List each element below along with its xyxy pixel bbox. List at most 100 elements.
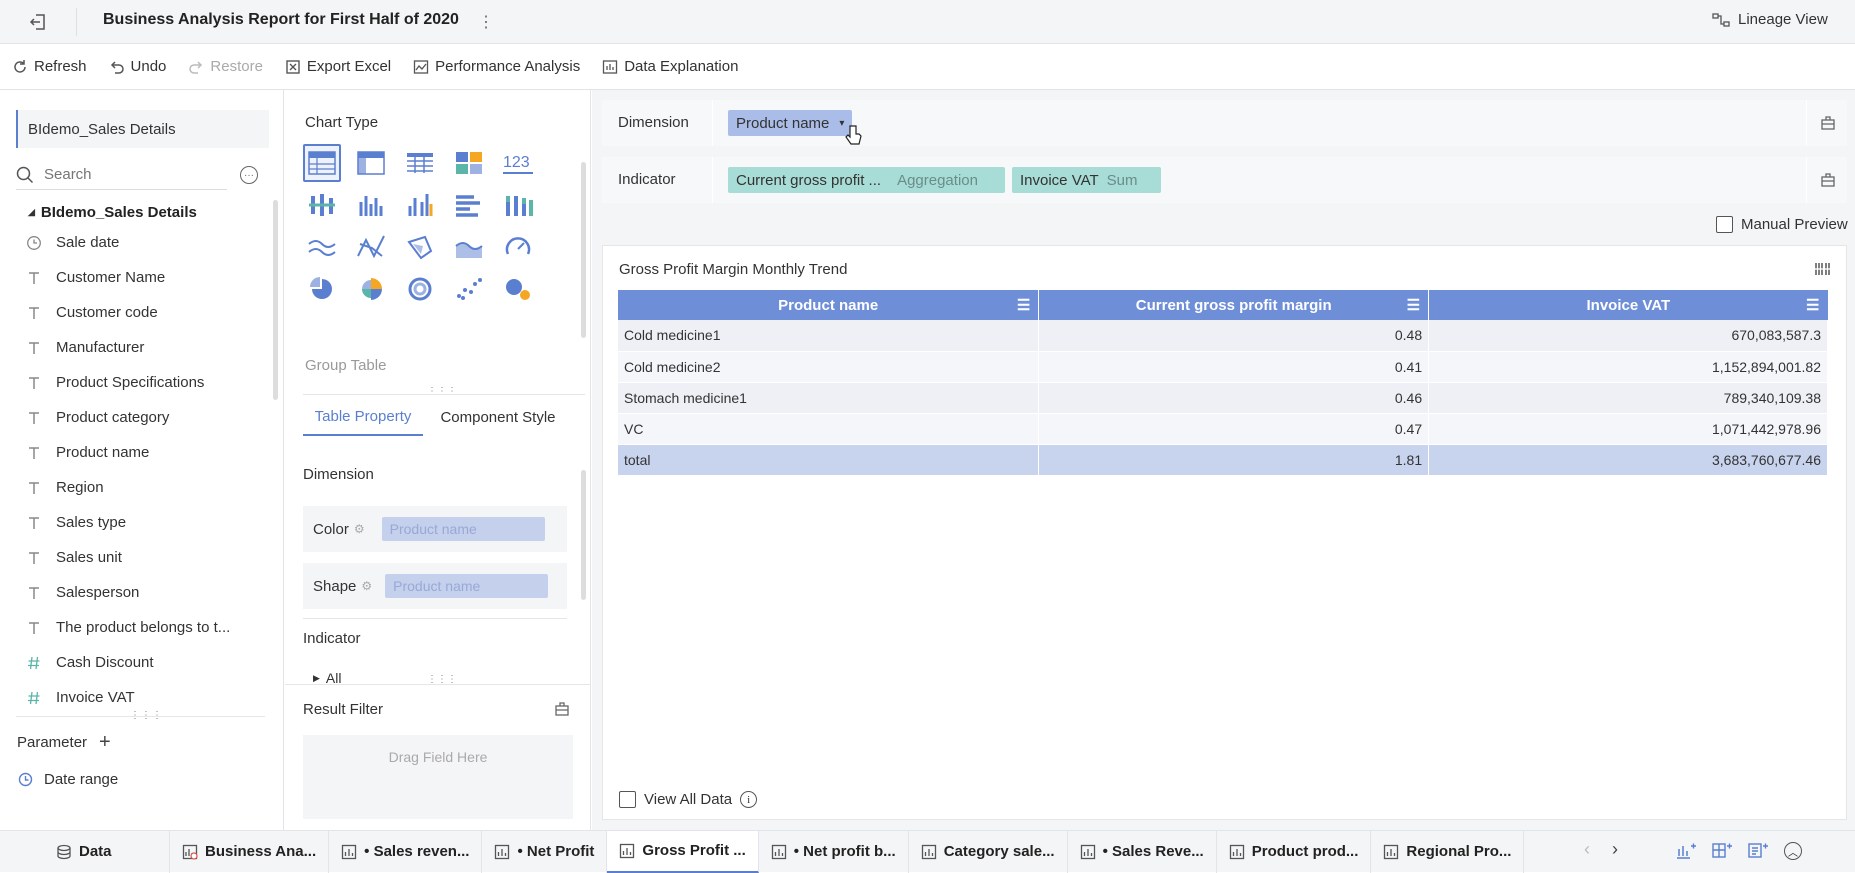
detail-table-icon[interactable] (401, 144, 439, 182)
sheet-tab[interactable]: • Sales reven... (329, 830, 483, 873)
add-parameter-icon[interactable]: + (99, 732, 111, 752)
composite-table-icon[interactable] (450, 144, 488, 182)
pie-chart-icon[interactable] (303, 270, 341, 308)
dimension-field-pill[interactable]: Product name ▾ (728, 110, 853, 136)
dataset-tab[interactable]: BIdemo_Sales Details (16, 110, 269, 148)
kpi-number-icon[interactable]: 123 (499, 144, 537, 182)
scatter-chart-icon[interactable] (450, 270, 488, 308)
field-item[interactable]: Cash Discount (26, 645, 154, 680)
field-item[interactable]: Manufacturer (26, 330, 144, 365)
column-header[interactable]: Product name ☰ (618, 290, 1040, 320)
refresh-button[interactable]: Refresh (12, 58, 87, 75)
rose-chart-icon[interactable] (352, 270, 390, 308)
tab-table-property[interactable]: Table Property (303, 398, 423, 436)
field-item[interactable]: Salesperson (26, 575, 139, 610)
gear-icon[interactable]: ⚙ (354, 522, 365, 536)
line-chart-icon[interactable] (303, 228, 341, 266)
export-excel-button[interactable]: Export Excel (285, 58, 391, 75)
sheet-tab[interactable]: Category sale... (909, 830, 1068, 873)
sheet-tab[interactable]: • Net Profit (482, 830, 608, 873)
field-item[interactable]: Invoice VAT (26, 680, 135, 715)
data-explanation-button[interactable]: Data Explanation (602, 58, 738, 75)
column-header[interactable]: Current gross profit margin ☰ (1038, 290, 1430, 320)
gauge-icon[interactable] (499, 228, 537, 266)
add-component-icon[interactable] (1676, 842, 1696, 860)
field-item[interactable]: Product category (26, 400, 169, 435)
barcode-icon[interactable] (1813, 259, 1833, 279)
color-field-pill[interactable]: Product name (381, 517, 545, 541)
table-row[interactable]: VC 0.47 1,071,442,978.96 (618, 413, 1828, 445)
dropdown-arrow-icon[interactable]: ▾ (839, 118, 844, 129)
exit-icon[interactable] (26, 10, 50, 34)
drag-field-dropzone[interactable]: Drag Field Here (303, 735, 573, 819)
next-tab-icon[interactable]: › (1612, 839, 1618, 860)
info-icon[interactable]: i (740, 791, 758, 808)
view-all-data-toggle[interactable]: View All Data i (619, 791, 758, 808)
field-item[interactable]: Product name (26, 435, 149, 470)
search-input[interactable] (44, 166, 214, 183)
radar-line-icon[interactable] (352, 228, 390, 266)
bar-chart-icon[interactable] (450, 186, 488, 224)
field-item[interactable]: The product belongs to t... (26, 610, 230, 645)
column-header[interactable]: Invoice VAT ☰ (1428, 290, 1828, 320)
field-item[interactable]: Customer code (26, 295, 158, 330)
more-vertical-icon[interactable]: ⋮ (478, 10, 494, 34)
field-item[interactable]: Product Specifications (26, 365, 204, 400)
field-item[interactable]: Sales unit (26, 540, 122, 575)
indicator-settings-icon[interactable] (1819, 171, 1837, 189)
add-story-icon[interactable] (1748, 842, 1768, 860)
total-row[interactable]: total 1.81 3,683,760,677.46 (618, 444, 1828, 476)
group-table-icon[interactable] (303, 144, 341, 182)
gear-icon[interactable]: ⚙ (361, 579, 372, 593)
field-tree-root[interactable]: ◢ BIdemo_Sales Details (28, 204, 197, 221)
sort-icon[interactable]: ☰ (1017, 296, 1030, 314)
resize-handle[interactable]: ⋮⋮⋮ (427, 386, 457, 397)
area-chart-icon[interactable] (450, 228, 488, 266)
sheet-tab[interactable]: Data (42, 830, 170, 873)
field-list-scrollbar[interactable] (273, 200, 278, 400)
prev-tab-icon[interactable]: ‹ (1584, 839, 1590, 860)
sheet-tab[interactable]: • Sales Reve... (1068, 830, 1217, 873)
manual-preview-toggle[interactable]: Manual Preview (1716, 216, 1848, 233)
donut-chart-icon[interactable] (401, 270, 439, 308)
waterfall-icon[interactable] (303, 186, 341, 224)
shape-field-pill[interactable]: Product name (385, 574, 549, 598)
column-chart-icon[interactable] (352, 186, 390, 224)
param-item[interactable]: Date range (18, 771, 118, 788)
table-row[interactable]: Cold medicine2 0.41 1,152,894,001.82 (618, 351, 1828, 383)
restore-button[interactable]: Restore (188, 58, 263, 75)
sheet-tab[interactable]: Product prod... (1217, 830, 1372, 873)
cross-table-icon[interactable] (352, 144, 390, 182)
dimension-settings-icon[interactable] (1819, 114, 1837, 132)
lineage-view-button[interactable]: Lineage View (1712, 11, 1828, 28)
indicator-pill[interactable]: Current gross profit ... Aggregation (728, 167, 1005, 193)
manual-preview-checkbox[interactable] (1716, 216, 1733, 233)
add-dashboard-icon[interactable] (1712, 842, 1732, 860)
more-options-icon[interactable]: ··· (240, 166, 258, 184)
collapse-up-icon[interactable]: ︿ (1784, 842, 1802, 860)
sheet-tab[interactable]: • Net profit b... (759, 830, 909, 873)
field-item[interactable]: Sales type (26, 505, 126, 540)
field-item[interactable]: Sale date (26, 225, 119, 260)
table-row[interactable]: Stomach medicine1 0.46 789,340,109.38 (618, 382, 1828, 414)
tab-component-style[interactable]: Component Style (423, 398, 573, 436)
field-item[interactable]: Region (26, 470, 104, 505)
table-row[interactable]: Cold medicine1 0.48 670,083,587.3 (618, 320, 1828, 352)
bubble-chart-icon[interactable] (499, 270, 537, 308)
chart-grid-scrollbar[interactable] (581, 162, 586, 338)
sheet-tab[interactable]: Gross Profit ... (607, 830, 759, 873)
property-scrollbar[interactable] (581, 470, 586, 600)
stacked-column-icon[interactable] (499, 186, 537, 224)
sheet-tab[interactable]: Business Ana... (170, 830, 330, 873)
sort-icon[interactable]: ☰ (1806, 296, 1819, 314)
view-all-checkbox[interactable] (619, 791, 636, 808)
multi-column-icon[interactable] (401, 186, 439, 224)
indicator-pill[interactable]: Invoice VAT Sum (1012, 167, 1161, 193)
field-item[interactable]: Customer Name (26, 260, 165, 295)
filter-settings-icon[interactable] (553, 700, 571, 718)
undo-button[interactable]: Undo (109, 58, 166, 75)
sort-icon[interactable]: ☰ (1407, 296, 1420, 314)
sheet-tab[interactable]: Regional Pro... (1371, 830, 1525, 873)
performance-analysis-button[interactable]: Performance Analysis (413, 58, 580, 75)
polar-icon[interactable] (401, 228, 439, 266)
